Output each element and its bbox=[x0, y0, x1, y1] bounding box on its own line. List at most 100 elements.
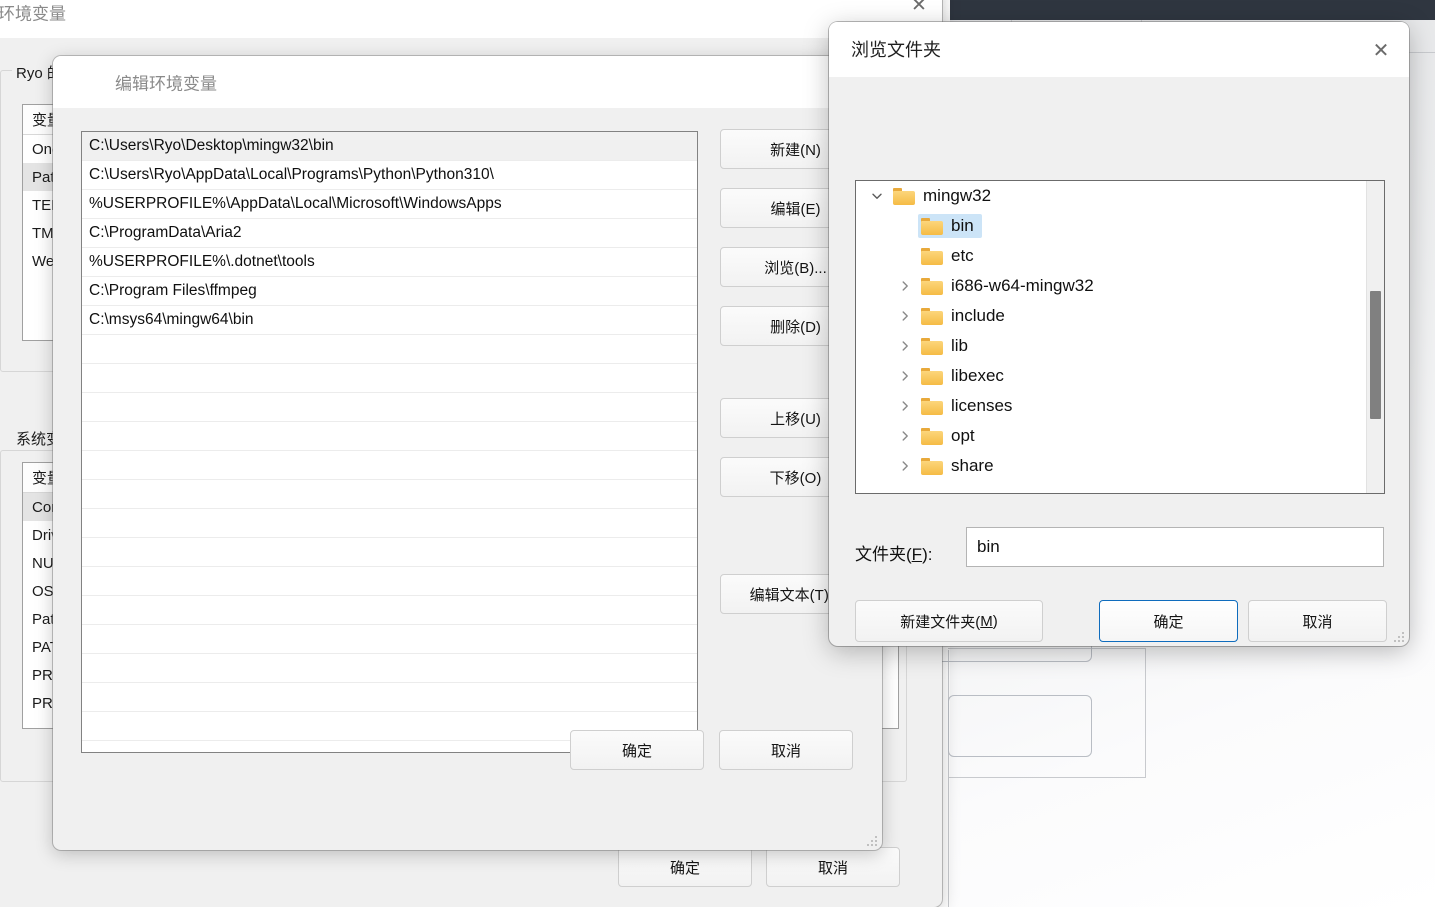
env-cancel-button[interactable]: 取消 bbox=[766, 847, 900, 887]
folder-tree-scrollbar[interactable] bbox=[1366, 181, 1384, 493]
path-row[interactable]: %USERPROFILE%\.dotnet\tools bbox=[82, 248, 697, 277]
path-row-empty[interactable] bbox=[82, 625, 697, 654]
path-row-empty[interactable] bbox=[82, 596, 697, 625]
folder-icon bbox=[921, 337, 943, 355]
edit-dialog-title: 编辑环境变量 bbox=[115, 74, 217, 94]
folder-icon bbox=[921, 397, 943, 415]
folder-icon bbox=[921, 367, 943, 385]
folder-tree-scroll-thumb[interactable] bbox=[1370, 291, 1381, 419]
folder-tree-item[interactable]: mingw32 bbox=[856, 181, 1384, 211]
path-row-empty[interactable] bbox=[82, 451, 697, 480]
folder-tree-item-label: libexec bbox=[951, 366, 1004, 385]
background-divider bbox=[1145, 648, 1146, 778]
path-entries-list[interactable]: C:\Users\Ryo\Desktop\mingw32\bin C:\Users… bbox=[81, 131, 698, 753]
browse-ok-button[interactable]: 确定 bbox=[1099, 600, 1238, 642]
path-row-empty[interactable] bbox=[82, 683, 697, 712]
background-divider bbox=[948, 777, 1146, 778]
path-row-empty[interactable] bbox=[82, 538, 697, 567]
folder-icon bbox=[921, 217, 943, 235]
folder-tree-item[interactable]: bin bbox=[856, 211, 1384, 241]
folder-tree-item-label: include bbox=[951, 306, 1005, 325]
folder-icon bbox=[921, 247, 943, 265]
folder-tree-item-content: bin bbox=[918, 214, 982, 238]
folder-icon bbox=[921, 307, 943, 325]
browse-cancel-button[interactable]: 取消 bbox=[1248, 600, 1387, 642]
folder-icon bbox=[921, 457, 943, 475]
folder-tree-item[interactable]: lib bbox=[856, 331, 1384, 361]
folder-tree-item[interactable]: etc bbox=[856, 241, 1384, 271]
chevron-right-icon[interactable] bbox=[892, 310, 918, 322]
folder-tree-item[interactable]: libexec bbox=[856, 361, 1384, 391]
path-row[interactable]: C:\Users\Ryo\Desktop\mingw32\bin bbox=[82, 132, 697, 161]
folder-tree-item[interactable]: include bbox=[856, 301, 1384, 331]
new-folder-suffix: ) bbox=[992, 612, 998, 630]
env-ok-button[interactable]: 确定 bbox=[618, 847, 752, 887]
env-window-title: 环境变量 bbox=[0, 4, 66, 24]
folder-tree-item-label: share bbox=[951, 456, 994, 475]
browse-dialog-title: 浏览文件夹 bbox=[851, 40, 941, 60]
chevron-right-icon[interactable] bbox=[892, 340, 918, 352]
path-row[interactable]: C:\msys64\mingw64\bin bbox=[82, 306, 697, 335]
folder-icon bbox=[921, 277, 943, 295]
edit-environment-variable-dialog: 编辑环境变量 C:\Users\Ryo\Desktop\mingw32\bin C… bbox=[53, 56, 882, 850]
folder-tree-item-label: i686-w64-mingw32 bbox=[951, 276, 1094, 295]
path-rows: C:\Users\Ryo\Desktop\mingw32\bin C:\Users… bbox=[82, 132, 697, 752]
folder-tree-item[interactable]: licenses bbox=[856, 391, 1384, 421]
folder-tree-item[interactable]: opt bbox=[856, 421, 1384, 451]
browse-dialog-titlebar: 浏览文件夹 ✕ bbox=[829, 22, 1409, 77]
path-row-empty[interactable] bbox=[82, 335, 697, 364]
path-row-empty[interactable] bbox=[82, 654, 697, 683]
chevron-down-icon[interactable] bbox=[864, 190, 890, 202]
folder-tree-item-label: etc bbox=[951, 246, 974, 265]
close-icon[interactable]: ✕ bbox=[1357, 31, 1405, 69]
folder-name-input[interactable] bbox=[966, 527, 1384, 567]
folder-label-accel: F bbox=[911, 545, 923, 564]
resize-grip[interactable] bbox=[865, 834, 877, 846]
folder-tree-items: mingw32 bin etc i686-w64-mingw32 include lib l… bbox=[856, 181, 1384, 481]
chevron-right-icon[interactable] bbox=[892, 430, 918, 442]
folder-tree-item-content: libexec bbox=[918, 364, 1012, 388]
chevron-right-icon[interactable] bbox=[892, 400, 918, 412]
path-row-empty[interactable] bbox=[82, 567, 697, 596]
path-row-empty[interactable] bbox=[82, 509, 697, 538]
folder-tree-item-label: bin bbox=[951, 216, 974, 235]
path-row[interactable]: C:\Program Files\ffmpeg bbox=[82, 277, 697, 306]
edit-dialog-ok-button[interactable]: 确定 bbox=[570, 730, 704, 770]
chevron-right-icon[interactable] bbox=[892, 460, 918, 472]
background-divider bbox=[948, 650, 949, 907]
folder-field-label: 文件夹(F): bbox=[855, 540, 932, 565]
path-row-empty[interactable] bbox=[82, 422, 697, 451]
chevron-right-icon[interactable] bbox=[892, 370, 918, 382]
folder-tree-item[interactable]: share bbox=[856, 451, 1384, 481]
path-row[interactable]: C:\Users\Ryo\AppData\Local\Programs\Pyth… bbox=[82, 161, 697, 190]
path-row[interactable]: %USERPROFILE%\AppData\Local\Microsoft\Wi… bbox=[82, 190, 697, 219]
folder-tree-item-content: mingw32 bbox=[890, 184, 999, 208]
path-row-empty[interactable] bbox=[82, 364, 697, 393]
env-window-titlebar: 环境变量 ✕ bbox=[0, 0, 942, 38]
background-dark-titlebar bbox=[950, 0, 1435, 20]
close-icon[interactable]: ✕ bbox=[896, 0, 942, 24]
folder-tree[interactable]: mingw32 bin etc i686-w64-mingw32 include lib l… bbox=[855, 180, 1385, 494]
edit-dialog-cancel-button[interactable]: 取消 bbox=[719, 730, 853, 770]
background-field bbox=[948, 695, 1092, 757]
path-row-empty[interactable] bbox=[82, 393, 697, 422]
folder-tree-item-label: licenses bbox=[951, 396, 1013, 415]
folder-icon bbox=[921, 427, 943, 445]
edit-dialog-titlebar: 编辑环境变量 bbox=[53, 56, 882, 108]
folder-tree-item-content: include bbox=[918, 304, 1013, 328]
path-row[interactable]: C:\ProgramData\Aria2 bbox=[82, 219, 697, 248]
folder-tree-item-label: opt bbox=[951, 426, 975, 445]
new-folder-accel: M bbox=[980, 612, 993, 630]
folder-tree-item[interactable]: i686-w64-mingw32 bbox=[856, 271, 1384, 301]
path-row-empty[interactable] bbox=[82, 480, 697, 509]
screen: 环境变量 ✕ Ryo 的用户变量 变量 OneDrivePathTEMPTMPW… bbox=[0, 0, 1435, 907]
folder-label-suffix: ): bbox=[922, 545, 933, 564]
folder-tree-item-content: i686-w64-mingw32 bbox=[918, 274, 1102, 298]
folder-icon bbox=[893, 187, 915, 205]
chevron-right-icon[interactable] bbox=[892, 280, 918, 292]
new-folder-prefix: 新建文件夹( bbox=[900, 613, 981, 631]
folder-tree-item-content: licenses bbox=[918, 394, 1020, 418]
resize-grip[interactable] bbox=[1392, 630, 1404, 642]
new-folder-button[interactable]: 新建文件夹(M) bbox=[855, 600, 1043, 642]
folder-tree-item-label: mingw32 bbox=[923, 186, 992, 205]
